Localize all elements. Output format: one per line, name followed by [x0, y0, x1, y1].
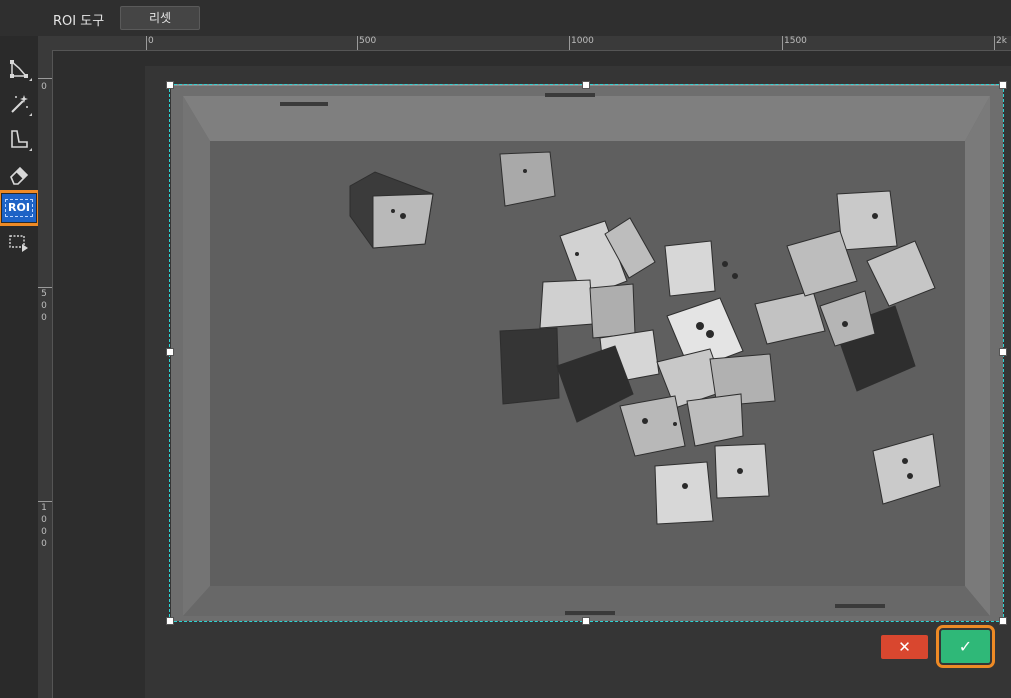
polygon-icon — [10, 60, 28, 78]
selection-tool-button[interactable] — [5, 126, 33, 152]
roi-play-icon — [9, 235, 28, 252]
roi-handle-bottom-left[interactable] — [166, 617, 174, 625]
roi-icon: ROI — [5, 199, 33, 217]
horizontal-ruler: 0 500 1000 1500 2k — [38, 36, 1011, 51]
top-bar: ROI 도구 리셋 — [0, 0, 1011, 37]
reset-button[interactable]: 리셋 — [120, 6, 200, 30]
roi-apply-tool-button[interactable] — [5, 230, 33, 256]
ruler-h-label: 2k — [996, 36, 1007, 46]
ruler-v-label: 500 — [41, 289, 47, 323]
eraser-icon — [10, 166, 29, 185]
roi-handle-bottom[interactable] — [582, 617, 590, 625]
polygon-tool-button[interactable] — [5, 56, 33, 82]
eraser-tool-button[interactable] — [5, 161, 33, 187]
close-icon: ✕ — [898, 638, 911, 656]
roi-handle-bottom-right[interactable] — [999, 617, 1007, 625]
ruler-h-label: 1000 — [571, 36, 594, 46]
check-icon: ✓ — [958, 637, 973, 656]
roi-handle-top[interactable] — [582, 81, 590, 89]
ruler-v-label: 1000 — [41, 503, 47, 549]
ruler-h-label: 500 — [359, 36, 377, 46]
selection-icon — [11, 130, 28, 148]
tool-sidebar: ROI — [0, 36, 40, 698]
magic-wand-tool-button[interactable] — [5, 91, 33, 117]
vertical-ruler: 0 500 1000 — [38, 50, 53, 698]
magic-wand-icon — [11, 95, 28, 113]
roi-handle-right[interactable] — [999, 348, 1007, 356]
roi-selection-box[interactable] — [169, 84, 1004, 622]
roi-handle-top-right[interactable] — [999, 81, 1007, 89]
confirm-button[interactable]: ✓ — [936, 625, 995, 668]
ruler-h-label: 1500 — [784, 36, 807, 46]
ruler-v-label: 0 — [41, 82, 47, 92]
roi-handle-top-left[interactable] — [166, 81, 174, 89]
cancel-button[interactable]: ✕ — [881, 635, 928, 659]
ruler-h-label: 0 — [148, 36, 154, 46]
roi-handle-left[interactable] — [166, 348, 174, 356]
roi-tool-title: ROI 도구 — [53, 14, 105, 29]
roi-tool-button[interactable]: ROI — [0, 190, 40, 226]
